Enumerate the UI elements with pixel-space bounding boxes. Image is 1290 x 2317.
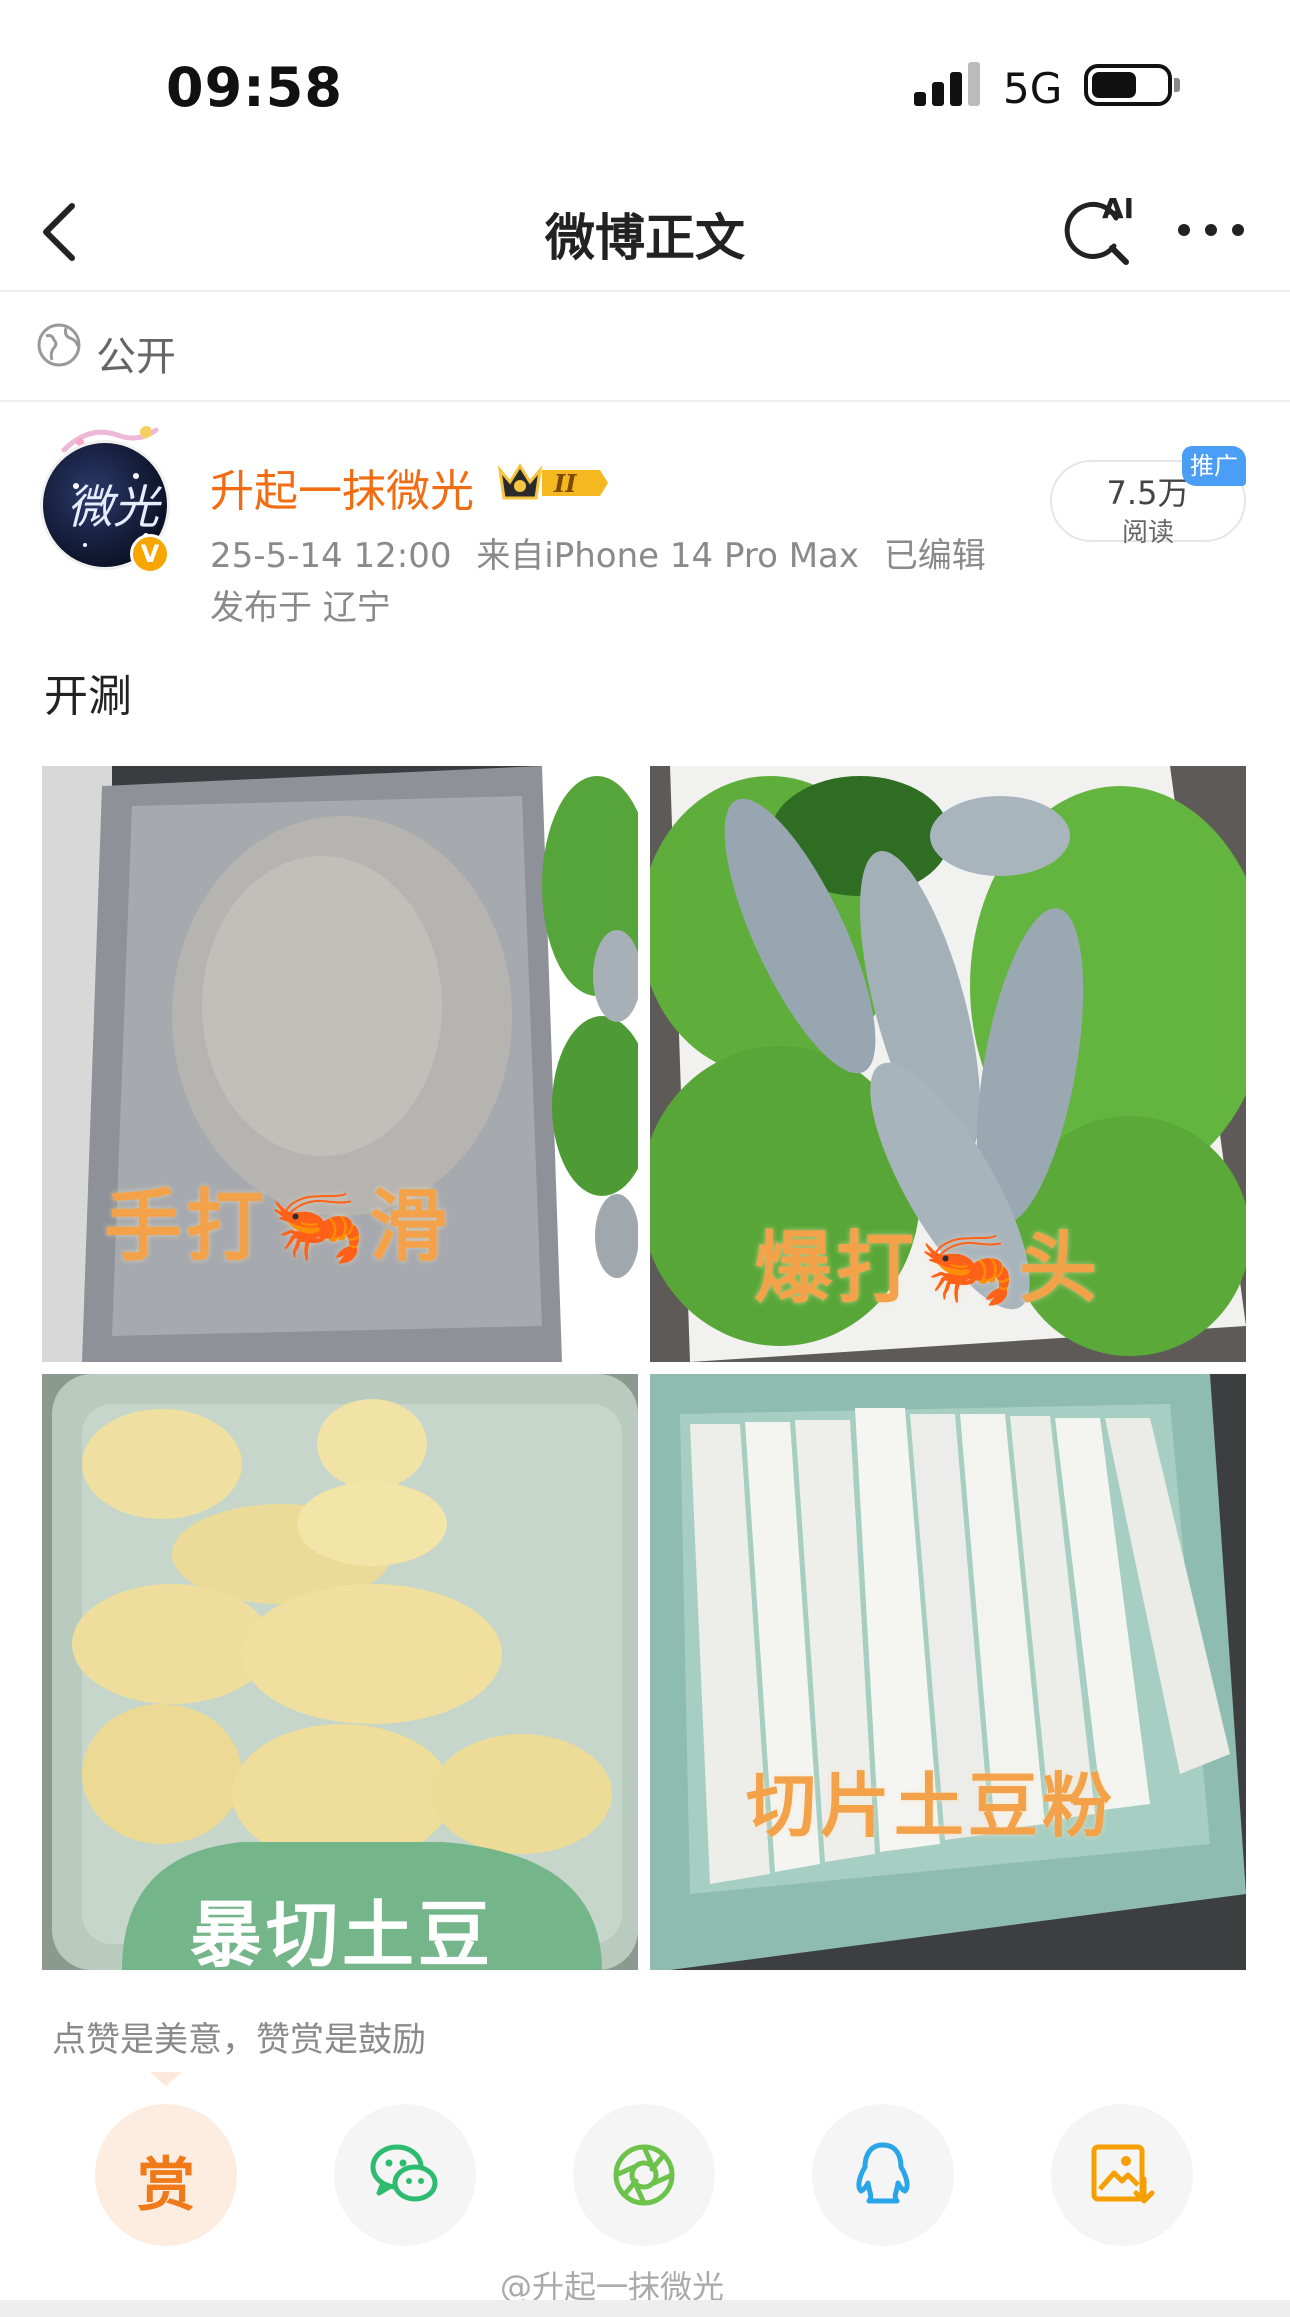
bottom-strip <box>0 2300 1290 2317</box>
avatar-text: 微光 <box>67 480 159 534</box>
photo-1-caption: 手打🦐滑 <box>104 1182 452 1272</box>
qq-icon <box>856 2142 910 2204</box>
reward-label: 赏 <box>136 2151 195 2219</box>
signal-strength-icon <box>914 62 980 106</box>
tip-pointer <box>150 2072 182 2086</box>
share-qq-button[interactable] <box>812 2104 954 2246</box>
post-meta: 25-5-14 12:00 来自iPhone 14 Pro Max 已编辑 <box>210 528 986 577</box>
post-location: 发布于 辽宁 <box>210 588 391 628</box>
post-time: 25-5-14 12:00 <box>210 536 452 576</box>
ai-search-icon: AI <box>1064 192 1134 265</box>
svg-text:AI: AI <box>1102 192 1134 225</box>
battery-icon <box>1084 64 1172 106</box>
member-crown-icon[interactable]: II <box>496 460 610 506</box>
globe-icon <box>37 323 81 367</box>
visibility-row: 公开 <box>0 292 1290 402</box>
save-image-button[interactable] <box>1051 2104 1193 2246</box>
promote-tag[interactable]: 推广 <box>1182 446 1246 486</box>
photo-2[interactable]: 爆打🦐头 <box>650 766 1246 1362</box>
share-moments-button[interactable] <box>573 2104 715 2246</box>
more-options-button[interactable] <box>1176 200 1246 260</box>
status-bar: 09:58 5G <box>0 0 1290 170</box>
wechat-icon <box>370 2144 438 2202</box>
visibility-label: 公开 <box>96 334 176 380</box>
more-dots-icon <box>1178 224 1244 236</box>
reward-button[interactable]: 赏 <box>95 2104 237 2246</box>
network-type: 5G <box>1003 64 1063 113</box>
photo-3[interactable]: 暴切土豆 <box>42 1374 638 1970</box>
battery-cap <box>1174 78 1180 92</box>
post-text: 开涮 <box>44 671 132 722</box>
nav-bar: 微博正文 AI <box>0 170 1290 292</box>
save-image-icon <box>1091 2144 1155 2204</box>
share-wechat-button[interactable] <box>334 2104 476 2246</box>
photo-4[interactable]: 切片土豆粉 <box>650 1374 1246 1970</box>
ai-search-button[interactable]: AI <box>1060 184 1140 274</box>
photo-2-caption: 爆打🦐头 <box>754 1224 1102 1314</box>
verified-badge: V <box>130 534 170 574</box>
edited-label: 已编辑 <box>883 536 986 576</box>
photo-1[interactable]: 手打🦐滑 <box>42 766 638 1362</box>
status-time: 09:58 <box>166 56 343 119</box>
reward-tip-text: 点赞是美意，赞赏是鼓励 <box>52 2020 426 2060</box>
moments-icon <box>613 2144 675 2206</box>
post-source: 来自iPhone 14 Pro Max <box>476 536 859 576</box>
author-name[interactable]: 升起一抹微光 <box>210 455 474 519</box>
photo-4-image <box>650 1374 1246 1970</box>
photo-3-caption: 暴切土豆 <box>190 1893 495 1970</box>
svg-text:II: II <box>553 469 577 498</box>
photo-4-caption: 切片土豆粉 <box>746 1765 1116 1847</box>
read-label: 阅读 <box>1121 518 1174 548</box>
